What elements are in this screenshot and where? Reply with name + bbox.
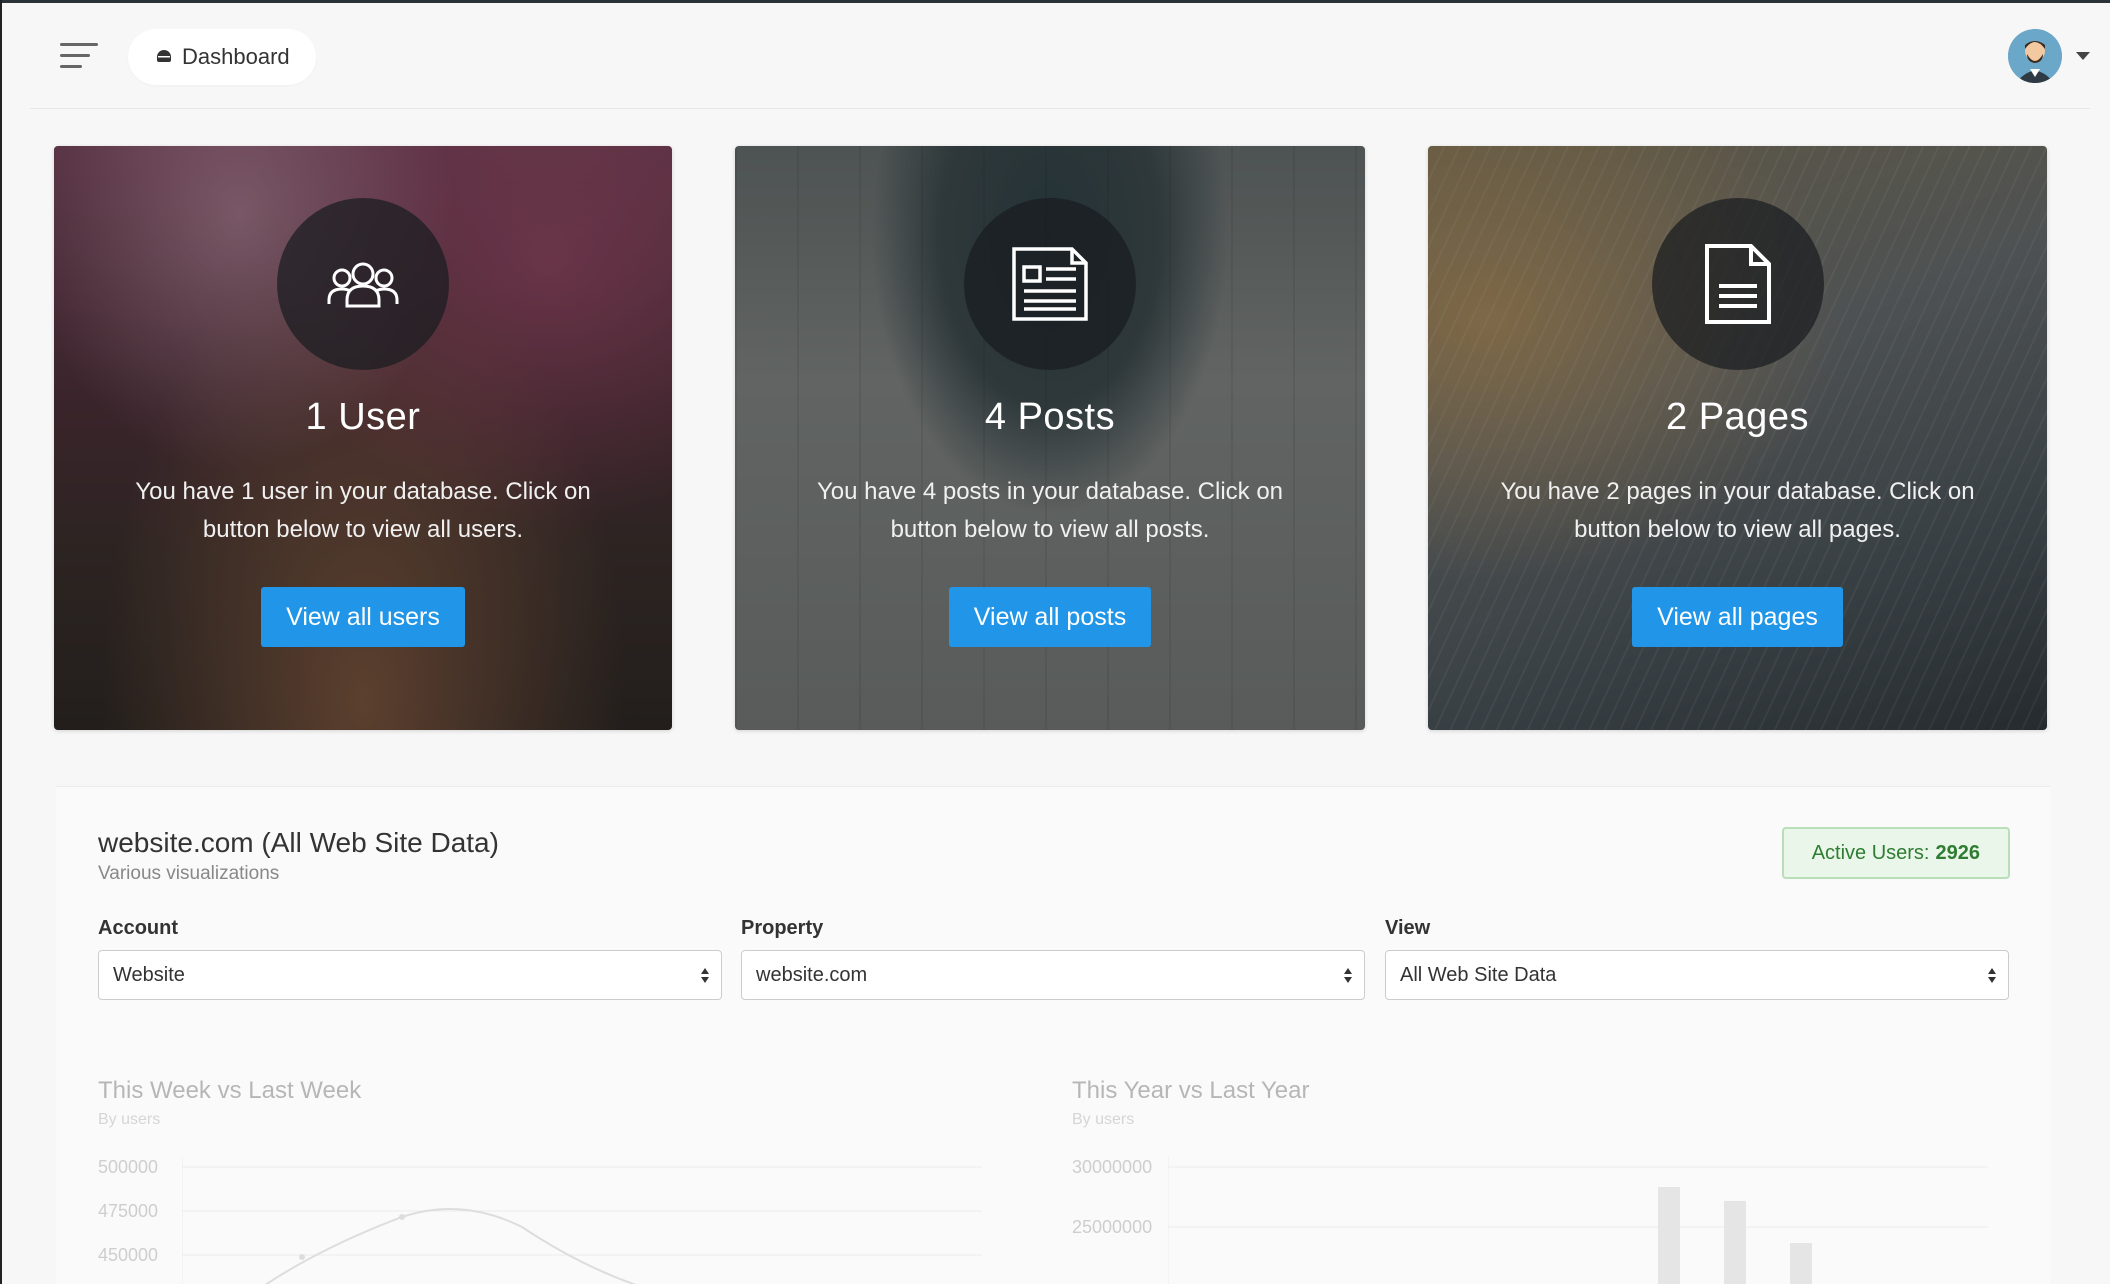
select-arrows-icon [1988,967,1996,983]
left-border [0,0,2,1284]
pages-icon-circle [1651,198,1824,370]
year-chart: This Year vs Last Year By users 30000000… [1072,1077,2002,1284]
week-chart: This Week vs Last Week By users 500000 4… [98,1077,998,1284]
users-count-title: 1 User [305,396,421,438]
top-navbar: Dashboard [30,3,2090,109]
pages-card: 2 Pages You have 2 pages in your databas… [1428,146,2047,730]
week-chart-plot [182,1157,982,1284]
year-chart-subtitle: By users [1072,1111,1135,1128]
posts-description: You have 4 posts in your database. Click… [816,478,1284,543]
breadcrumb[interactable]: Dashboard [128,29,316,85]
analytics-panel: website.com (All Web Site Data) Various … [56,786,2050,1284]
week-chart-title: This Week vs Last Week [98,1077,362,1104]
account-select[interactable]: Website [98,950,722,1000]
view-all-users-button[interactable]: View all users [261,587,465,647]
newspaper-icon [1012,247,1088,321]
year-y-tick: 25000000 [1072,1217,1153,1237]
posts-card: 4 Posts You have 4 posts in your databas… [735,146,1365,730]
view-select[interactable]: All Web Site Data [1385,950,2009,1000]
year-chart-plot [1168,1157,1988,1284]
account-field: Account Website [98,917,722,1000]
posts-icon-circle [964,198,1136,370]
week-y-tick: 500000 [98,1157,159,1177]
users-icon-circle [277,198,449,370]
account-label: Account [98,917,178,939]
year-chart-title: This Year vs Last Year [1072,1077,1310,1104]
pages-count-title: 2 Pages [1666,396,1809,438]
property-select[interactable]: website.com [741,950,1365,1000]
dashboard-icon [157,50,171,62]
week-y-tick: 475000 [98,1201,159,1221]
document-icon [1704,244,1771,324]
view-field: View All Web Site Data [1385,917,2009,1000]
year-y-tick: 30000000 [1072,1157,1153,1177]
analytics-title: website.com (All Web Site Data) [98,827,499,858]
select-arrows-icon [1344,967,1352,983]
users-card: 1 User You have 1 user in your database.… [54,146,672,730]
breadcrumb-label: Dashboard [182,44,290,69]
week-y-tick: 450000 [98,1245,159,1265]
week-chart-subtitle: By users [98,1111,161,1128]
property-field: Property website.com [741,917,1365,1000]
active-users-value: 2926 [1935,841,1981,864]
analytics-subtitle: Various visualizations [98,863,280,884]
active-users-label: Active Users: [1811,841,1930,864]
account-select-value: Website [113,963,185,986]
property-select-value: website.com [756,963,868,986]
users-description: You have 1 user in your database. Click … [135,478,591,543]
posts-count-title: 4 Posts [984,396,1116,438]
view-select-value: All Web Site Data [1400,963,1557,986]
active-users-badge: Active Users: 2926 [1781,827,2010,879]
pages-description: You have 2 pages in your database. Click… [1500,478,1975,543]
view-all-posts-button[interactable]: View all posts [948,587,1152,647]
chevron-down-icon [2076,52,2090,60]
users-icon [327,262,399,308]
menu-toggle-icon[interactable] [60,43,98,71]
property-label: Property [741,917,824,939]
view-label: View [1385,917,1431,939]
select-arrows-icon [701,967,709,983]
avatar [2008,29,2062,83]
view-all-pages-button[interactable]: View all pages [1632,587,1843,647]
user-menu[interactable] [2008,29,2090,83]
